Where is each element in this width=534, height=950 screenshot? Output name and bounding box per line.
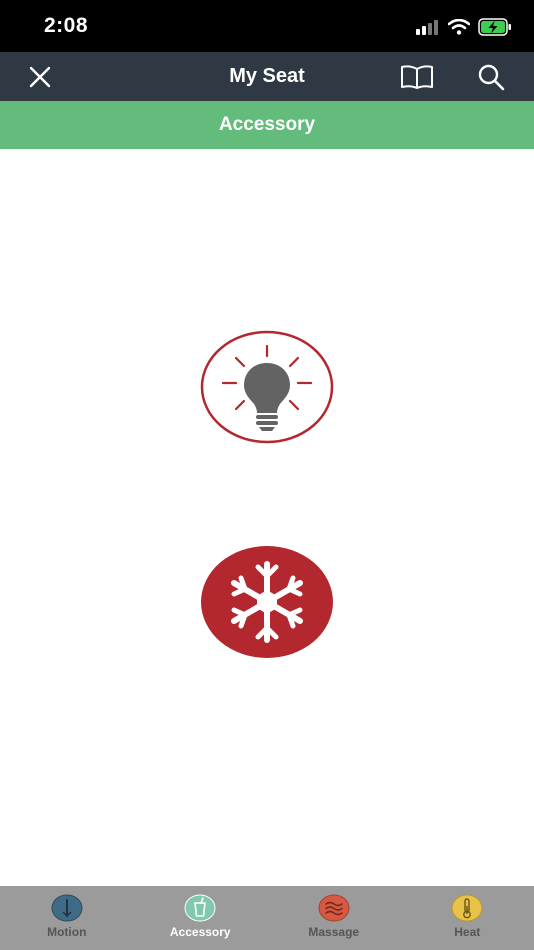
- snowflake-icon: [201, 546, 333, 658]
- accessory-icon: [184, 894, 216, 922]
- search-icon: [478, 64, 505, 91]
- tab-accessory[interactable]: Accessory: [134, 886, 268, 950]
- nav-bar: My Seat: [0, 52, 534, 101]
- accessory-panel: [0, 149, 534, 886]
- section-title: Accessory: [218, 114, 316, 135]
- manual-button[interactable]: [399, 60, 435, 94]
- heat-icon: [451, 894, 483, 922]
- cooling-button[interactable]: [200, 545, 334, 659]
- light-button[interactable]: [200, 330, 334, 444]
- tab-heat-label: Heat: [454, 925, 481, 939]
- tab-motion-label: Motion: [47, 925, 87, 939]
- tab-heat[interactable]: Heat: [401, 886, 534, 950]
- page-title: My Seat: [229, 65, 305, 87]
- section-header: Accessory: [0, 101, 534, 149]
- tab-massage[interactable]: Massage: [267, 886, 401, 950]
- tab-accessory-label: Accessory: [169, 925, 231, 939]
- cellular-signal-icon: [416, 20, 438, 35]
- tab-bar: Motion Accessory Massage Heat: [0, 886, 534, 950]
- search-button[interactable]: [473, 60, 509, 94]
- massage-icon: [318, 894, 350, 922]
- tab-massage-label: Massage: [308, 925, 360, 939]
- book-icon: [401, 65, 433, 89]
- wifi-icon: [448, 19, 470, 35]
- status-time: 2:08: [44, 14, 89, 37]
- motion-icon: [51, 894, 83, 922]
- tab-motion[interactable]: Motion: [0, 886, 134, 950]
- status-icons: [416, 16, 512, 38]
- battery-charging-icon: [478, 18, 511, 36]
- status-bar: 2:08: [0, 0, 534, 52]
- lightbulb-icon: [200, 330, 334, 444]
